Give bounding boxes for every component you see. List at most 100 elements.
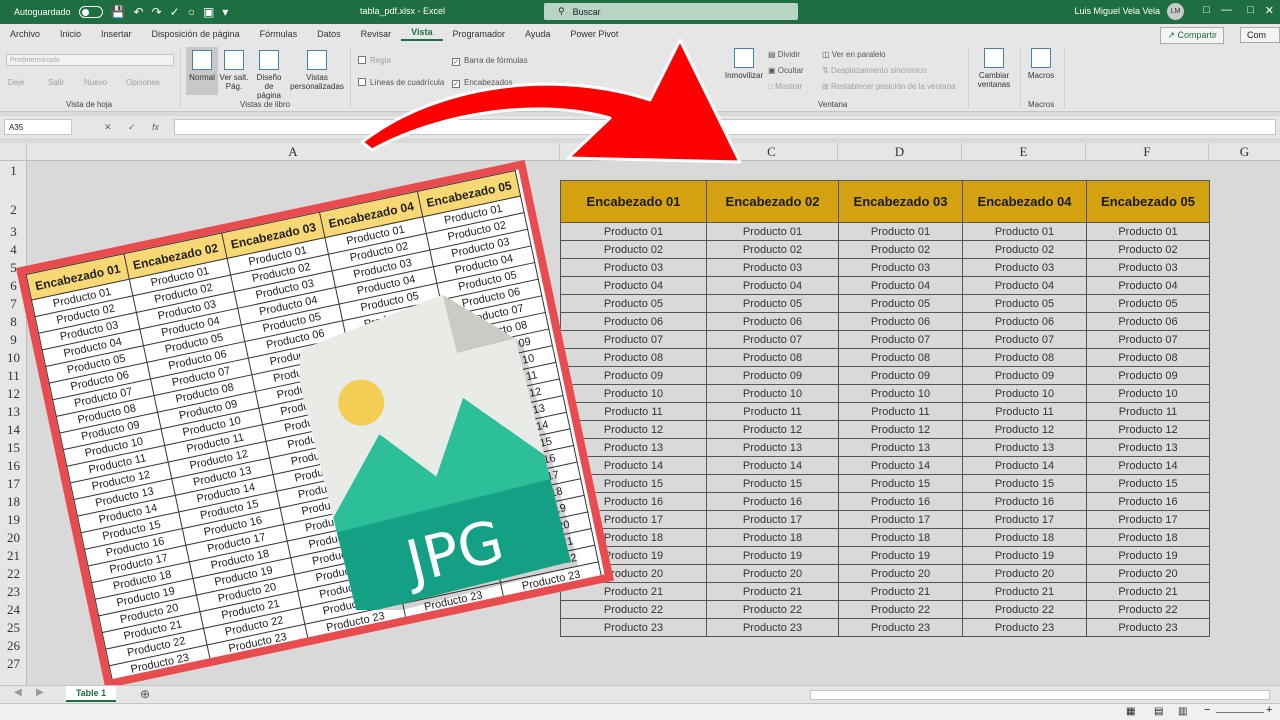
minimize-icon[interactable]: — (1221, 4, 1232, 16)
tab-archivo[interactable]: Archivo (0, 29, 50, 39)
normal-view-status-icon[interactable]: ▦ (1126, 706, 1135, 717)
table-cell[interactable]: Producto 15 (706, 474, 839, 493)
enter-icon[interactable]: ✓ (128, 122, 136, 133)
zoom-out-icon[interactable]: − (1204, 704, 1210, 716)
table-cell[interactable]: Producto 05 (560, 294, 707, 313)
avatar[interactable]: LM (1167, 3, 1184, 20)
table-cell[interactable]: Producto 17 (706, 510, 839, 529)
tab-disposicion[interactable]: Disposición de página (142, 29, 250, 39)
add-sheet-icon[interactable]: ⊕ (140, 687, 150, 701)
table-cell[interactable]: Producto 20 (962, 564, 1087, 583)
table-cell[interactable]: Producto 18 (1086, 528, 1210, 547)
table-cell[interactable]: Producto 02 (838, 240, 963, 259)
table-cell[interactable]: Producto 22 (1086, 600, 1210, 619)
table-cell[interactable]: Producto 08 (560, 348, 707, 367)
table-cell[interactable]: Producto 09 (560, 366, 707, 385)
table-cell[interactable]: Producto 01 (706, 222, 839, 241)
show-button[interactable]: □ Mostrar (768, 82, 802, 91)
table-cell[interactable]: Producto 03 (1086, 258, 1210, 277)
table-header-cell[interactable]: Encabezado 03 (838, 180, 963, 223)
table-cell[interactable]: Producto 13 (962, 438, 1087, 457)
circle-icon[interactable]: ○ (188, 6, 195, 18)
sync-scroll-button[interactable]: ⇅ Desplazamiento sincrónico (822, 66, 927, 75)
table-cell[interactable]: Producto 04 (560, 276, 707, 295)
normal-view-button[interactable]: Normal (186, 47, 218, 95)
table-cell[interactable]: Producto 05 (962, 294, 1087, 313)
table-cell[interactable]: Producto 03 (962, 258, 1087, 277)
table-cell[interactable]: Producto 13 (706, 438, 839, 457)
column-header-d[interactable]: D (838, 143, 962, 161)
table-cell[interactable]: Producto 23 (962, 618, 1087, 637)
table-cell[interactable]: Producto 14 (962, 456, 1087, 475)
table-cell[interactable]: Producto 15 (1086, 474, 1210, 493)
table-cell[interactable]: Producto 14 (1086, 456, 1210, 475)
sheet-tab[interactable]: Table 1 (66, 686, 116, 702)
table-cell[interactable]: Producto 10 (706, 384, 839, 403)
table-cell[interactable]: Producto 17 (1086, 510, 1210, 529)
table-cell[interactable]: Producto 21 (1086, 582, 1210, 601)
table-header-cell[interactable]: Encabezado 02 (706, 180, 839, 223)
table-cell[interactable]: Producto 19 (706, 546, 839, 565)
table-cell[interactable]: Producto 07 (1086, 330, 1210, 349)
image-icon[interactable]: ▣ (203, 6, 214, 18)
select-all-corner[interactable] (0, 143, 27, 161)
tab-insertar[interactable]: Insertar (91, 29, 142, 39)
check-circle-icon[interactable]: ✓ (170, 6, 180, 18)
comments-button[interactable]: Com (1240, 27, 1280, 43)
table-cell[interactable]: Producto 18 (706, 528, 839, 547)
table-cell[interactable]: Producto 01 (838, 222, 963, 241)
table-cell[interactable]: Producto 19 (838, 546, 963, 565)
table-cell[interactable]: Producto 22 (706, 600, 839, 619)
custom-views-button[interactable]: Vistas personalizadas (290, 50, 344, 91)
table-cell[interactable]: Producto 05 (706, 294, 839, 313)
table-cell[interactable]: Producto 08 (1086, 348, 1210, 367)
table-cell[interactable]: Producto 12 (962, 420, 1087, 439)
table-cell[interactable]: Producto 09 (962, 366, 1087, 385)
table-cell[interactable]: Producto 21 (838, 582, 963, 601)
column-header-c[interactable]: C (706, 143, 838, 161)
table-cell[interactable]: Producto 06 (1086, 312, 1210, 331)
close-icon[interactable]: ✕ (1265, 4, 1274, 17)
hide-button[interactable]: ▣ Ocultar (768, 66, 804, 75)
table-cell[interactable]: Producto 13 (838, 438, 963, 457)
tab-ayuda[interactable]: Ayuda (515, 29, 560, 39)
table-cell[interactable]: Producto 07 (560, 330, 707, 349)
table-cell[interactable]: Producto 22 (560, 600, 707, 619)
formula-bar-checkbox[interactable]: ✓ Barra de fórmulas (452, 56, 528, 66)
table-cell[interactable]: Producto 10 (1086, 384, 1210, 403)
cancel-icon[interactable]: ✕ (104, 122, 112, 133)
macros-button[interactable]: Macros (1024, 48, 1058, 80)
table-cell[interactable]: Producto 09 (838, 366, 963, 385)
table-cell[interactable]: Producto 07 (706, 330, 839, 349)
table-cell[interactable]: Producto 09 (706, 366, 839, 385)
table-header-cell[interactable]: Encabezado 04 (962, 180, 1087, 223)
table-cell[interactable]: Producto 06 (962, 312, 1087, 331)
table-cell[interactable]: Producto 05 (838, 294, 963, 313)
tab-datos[interactable]: Datos (307, 29, 351, 39)
table-cell[interactable]: Producto 03 (838, 258, 963, 277)
table-cell[interactable]: Producto 04 (706, 276, 839, 295)
search-box[interactable]: ⚲ Buscar (544, 3, 798, 20)
column-header-a[interactable]: A (27, 143, 560, 161)
table-cell[interactable]: Producto 15 (962, 474, 1087, 493)
table-cell[interactable]: Producto 03 (560, 258, 707, 277)
freeze-panes-button[interactable]: Inmovilizar (722, 48, 766, 80)
table-header-cell[interactable]: Encabezado 05 (1086, 180, 1210, 223)
table-cell[interactable]: Producto 20 (1086, 564, 1210, 583)
table-cell[interactable]: Producto 23 (838, 618, 963, 637)
keep-view-button[interactable]: Deje (8, 78, 24, 87)
table-cell[interactable]: Producto 16 (838, 492, 963, 511)
table-cell[interactable]: Producto 12 (706, 420, 839, 439)
table-cell[interactable]: Producto 06 (706, 312, 839, 331)
table-cell[interactable]: Producto 16 (962, 492, 1087, 511)
table-cell[interactable]: Producto 17 (838, 510, 963, 529)
table-cell[interactable]: Producto 11 (962, 402, 1087, 421)
headings-checkbox[interactable]: ✓ Encabezados (452, 78, 512, 88)
tab-vista[interactable]: Vista (401, 27, 443, 41)
table-cell[interactable]: Producto 14 (706, 456, 839, 475)
table-cell[interactable]: Producto 09 (1086, 366, 1210, 385)
table-cell[interactable]: Producto 06 (560, 312, 707, 331)
share-button[interactable]: ↗ Compartir (1160, 27, 1224, 44)
table-cell[interactable]: Producto 21 (962, 582, 1087, 601)
column-header-e[interactable]: E (962, 143, 1086, 161)
